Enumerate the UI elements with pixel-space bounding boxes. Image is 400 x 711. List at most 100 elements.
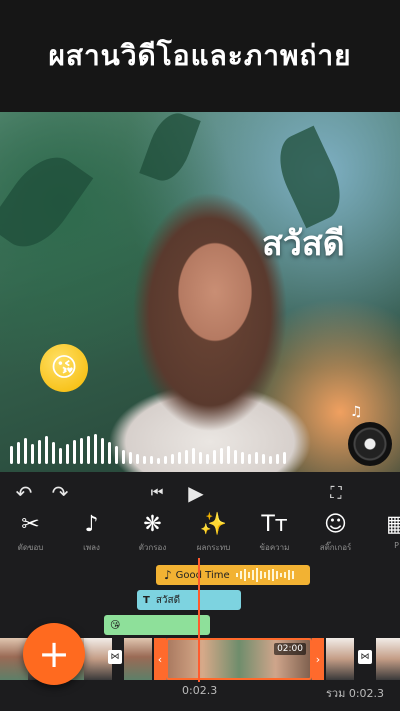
tool-pip[interactable]: ▦ P [366,510,400,560]
fullscreen-icon[interactable]: ⛶ [322,478,350,508]
trim-handle-left[interactable]: ‹ [154,638,166,680]
waveform-bar [150,456,153,464]
waveform-bar [251,570,254,580]
tool-text[interactable]: Tт ข้อความ [244,510,305,560]
waveform-bar [143,456,146,464]
waveform-bar [45,436,48,464]
waveform-bar [235,573,238,577]
waveform-bar [241,452,244,464]
pip-icon: ▦ [386,511,400,537]
text-icon: Tт [261,511,288,537]
waveform-bar [262,454,265,464]
waveform-bar [171,454,174,464]
waveform-bar [287,570,290,580]
waveform-bar [234,450,237,464]
text-track-label: สวัสดี [155,594,181,606]
tool-label: P [394,541,399,550]
waveform-bar [227,446,230,464]
transition-icon[interactable]: ⋈ [358,650,372,664]
tool-label: ผลกระทบ [196,543,231,552]
audio-waveform [10,430,286,464]
waveform-bar [122,450,125,464]
selected-clip[interactable]: 02:00 [166,638,312,680]
clip-thumbnail[interactable] [124,638,152,680]
waveform-bar [66,444,69,464]
waveform-bar [157,458,160,464]
waveform-bar [263,572,266,578]
playback-controls: ↶ ↷ ⏮ ▶ ⛶ [0,478,400,508]
waveform-bar [269,456,272,464]
tool-sticker[interactable]: ☺ สติ๊กเกอร์ [305,510,366,560]
video-preview[interactable]: สวัสดี 😘 ♫ [0,112,400,472]
waveform-bar [136,454,139,464]
app-header: ผสานวิดีโอและภาพถ่าย [0,0,400,112]
filter-icon: ❋ [143,511,162,537]
tool-label: ข้อความ [259,543,290,552]
waveform-bar [271,569,274,581]
waveform-bar [199,452,202,464]
music-note-icon: ♪ [84,511,99,537]
waveform-bar [279,573,282,577]
tool-label: เพลง [83,543,100,552]
skip-to-start-icon[interactable]: ⏮ [144,478,170,508]
playhead[interactable] [198,558,200,682]
leaf-decoration [0,143,94,261]
waveform-bar [206,454,209,464]
redo-icon[interactable]: ↷ [46,478,74,508]
play-button[interactable]: ▶ [182,478,210,508]
waveform-bar [276,454,279,464]
edit-toolbar: ✂ ตัดขอบ ♪ เพลง ❋ ตัวกรอง ✨ ผลกระทบ Tт ข… [0,510,400,560]
text-track[interactable]: T สวัสดี [137,590,241,610]
add-media-button[interactable]: + [23,623,85,685]
tool-trim[interactable]: ✂ ตัดขอบ [0,510,61,560]
leaf-decoration [268,125,352,229]
waveform-bar [52,442,55,464]
waveform-bar [275,571,278,579]
waveform-bar [291,571,294,579]
leaf-decoration [139,112,201,187]
waveform-bar [164,456,167,464]
waveform-bar [248,454,251,464]
tool-filter[interactable]: ❋ ตัวกรอง [122,510,183,560]
sticker-track-icon: 😘 [110,619,121,631]
waveform-bar [129,452,132,464]
waveform-bar [220,448,223,464]
waveform-bar [267,570,270,580]
clip-duration: 02:00 [274,643,306,655]
waveform-bar [185,450,188,464]
music-track[interactable]: ♪ Good Time [156,565,310,585]
trim-handle-right[interactable]: › [312,638,324,680]
waveform-bar [283,572,286,578]
clip-thumbnail[interactable] [376,638,400,680]
tool-label: ตัวกรอง [138,543,167,552]
waveform-bar [10,446,13,464]
undo-icon[interactable]: ↶ [10,478,38,508]
waveform-bar [243,569,246,581]
waveform-bar [239,571,242,579]
smiley-icon: ☺ [324,511,347,537]
tool-effects[interactable]: ✨ ผลกระทบ [183,510,244,560]
tool-music[interactable]: ♪ เพลง [61,510,122,560]
clip-thumbnail[interactable] [326,638,354,680]
total-time-value: 0:02.3 [348,687,385,700]
text-sticker[interactable]: สวัสดี [262,216,345,270]
waveform-bar [247,572,250,578]
waveform-bar [213,450,216,464]
waveform-bar [80,438,83,464]
waveform-bar [255,568,258,582]
current-time: 0:02.3 [182,684,218,697]
waveform-bar [73,440,76,464]
waveform-bar [17,442,20,464]
transition-icon[interactable]: ⋈ [108,650,122,664]
waveform-bar [283,452,286,464]
magic-wand-icon: ✨ [199,511,228,537]
music-waveform [235,568,294,582]
text-icon: T [143,594,150,606]
waveform-bar [108,442,111,464]
waveform-bar [101,438,104,464]
sticker-track[interactable]: 😘 [104,615,210,635]
waveform-bar [115,446,118,464]
emoji-sticker[interactable]: 😘 [40,344,88,392]
waveform-bar [59,448,62,464]
page-title: ผสานวิดีโอและภาพถ่าย [48,39,352,72]
